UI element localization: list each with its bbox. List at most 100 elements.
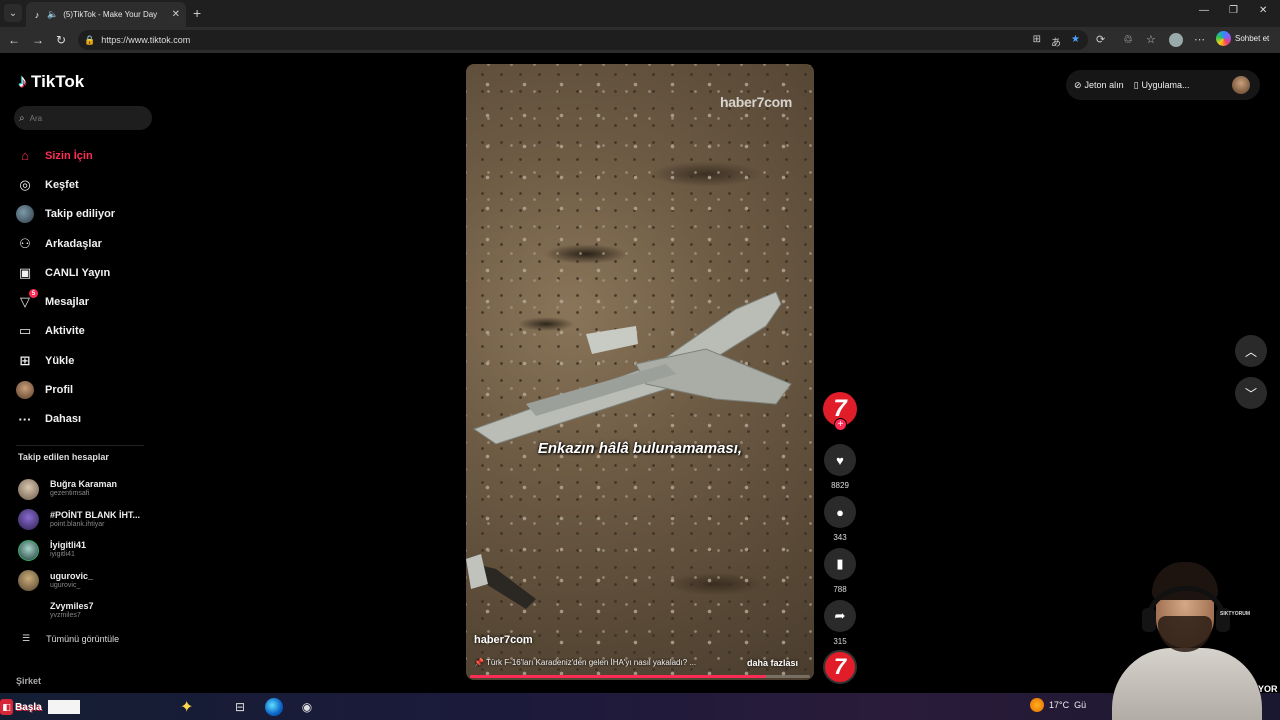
headset-left-cup [1142,608,1156,632]
account-name: Zvymiles7 [50,601,94,612]
heart-icon[interactable]: ♥ [824,444,856,476]
tiktok-logo[interactable]: ♪ TikTok [18,71,84,92]
copilot-button[interactable]: Sohbet et [1216,31,1269,46]
nav-item-live[interactable]: ▣ CANLI Yayın [16,258,156,287]
new-tab-icon[interactable]: + [193,5,201,21]
account-avatar [18,600,39,622]
nav-item-explore[interactable]: ◎ Keşfet [16,170,156,199]
close-tab-icon[interactable]: ✕ [172,9,180,20]
nav-item-messages[interactable]: ▽ 5 Mesajlar [16,287,156,316]
lock-icon[interactable]: 🔒 [84,35,95,46]
back-icon[interactable]: ← [8,32,20,48]
sidebar-divider [16,445,144,446]
profile-avatar-icon [16,381,34,400]
chevron-down-icon[interactable]: ﹀ [1235,377,1267,409]
home-icon: ⌂ [21,148,29,164]
copilot-label: Sohbet et [1235,34,1270,43]
minimize-icon[interactable]: — [1199,5,1209,16]
nav-label: Profil [45,384,74,397]
search-input[interactable]: ⌕ Ara [14,106,152,130]
see-all-label: Tümünü görüntüle [46,633,120,644]
edge-icon[interactable] [265,698,283,716]
nav-item-more[interactable]: ··· Dahası [16,405,156,434]
phone-icon: ▯ [1133,79,1139,90]
video-progress-bar[interactable] [470,675,810,678]
tab-list-icon[interactable]: ⌄ [4,4,22,22]
search-placeholder: Ara [29,113,43,123]
weather-text: Gü [1074,700,1087,710]
follow-plus-icon[interactable]: + [834,418,847,431]
split-screen-icon[interactable]: ♲ [1123,33,1133,47]
account-name: #POİNT BLANK İHT... [50,509,141,520]
webcam-person-body [1112,648,1262,720]
translate-icon[interactable]: あ [1051,34,1061,49]
live-tv-icon: ▣ [18,264,32,280]
restore-icon[interactable]: ❐ [1229,5,1238,16]
following-account-item[interactable]: İyigitli41 iyigitli41 [18,535,153,566]
get-coins-button[interactable]: ⊘ Jeton alın [1074,80,1124,91]
sun-icon [1030,698,1044,712]
favorites-icon[interactable]: ☆ [1146,33,1156,47]
browser-tab-bar: ⌄ ♪ 🔈 (5)TikTok - Make Your Day ✕ + — ❐ … [0,0,1280,27]
sound-disc[interactable]: 7 [823,650,857,684]
address-bar-row: ← → ↻ 🔒 https://www.tiktok.com ⊞ あ ★ ⟳ ♲… [0,27,1280,53]
extensions-icon[interactable]: ⟳ [1096,33,1105,47]
nav-label: CANLI Yayın [45,266,111,279]
url-text: https://www.tiktok.com [101,35,191,45]
browser-tab[interactable]: ♪ 🔈 (5)TikTok - Make Your Day ✕ [26,2,186,27]
taskbar-search-box[interactable] [47,700,80,714]
following-account-item[interactable]: ugurovic_ ugurovic_ [18,566,153,597]
menu-dots-icon[interactable]: ⋯ [1194,33,1205,47]
speaker-icon[interactable]: 🔈 [47,9,58,20]
company-link[interactable]: Şirket [16,676,41,686]
account-handle: yvzmiles7 [50,612,81,620]
following-account-item[interactable]: Zvymiles7 yvzmiles7 [18,596,153,627]
start-button[interactable]: ◧ Başla [0,696,80,718]
video-watermark: haber7com [720,94,792,110]
drone-wreck-image [466,291,792,609]
forward-icon[interactable]: → [32,32,44,48]
sparkle-icon[interactable]: ✦ [180,697,193,717]
comment-icon[interactable]: ● [824,496,856,528]
nav-item-friends[interactable]: ⚇ Arkadaşlar [16,229,156,258]
nav-item-following[interactable]: Takip ediliyor [16,200,156,229]
video-progress-fill [470,675,766,678]
following-account-item[interactable]: Buğra Karaman gezentimsafi [18,474,153,505]
close-window-icon[interactable]: ✕ [1259,5,1267,16]
get-coins-label: Jeton alın [1084,80,1124,90]
obs-icon[interactable]: ◉ [296,697,318,717]
video-player[interactable]: haber7com Enkazın hâlâ bulunamaması, hab… [466,64,814,680]
coin-icon: ⊘ [1074,79,1082,90]
address-input[interactable]: 🔒 https://www.tiktok.com ⊞ あ ★ [78,30,1088,50]
start-logo-icon: ◧ [0,699,13,715]
browser-profile-avatar[interactable] [1169,33,1183,47]
nav-item-for-you[interactable]: ⌂ Sizin İçin [16,141,156,170]
brand-name: TikTok [31,71,85,91]
windows-taskbar: ◧ Başla ✦ ⊟ ◉ 17°C Gü [0,693,1280,720]
get-app-button[interactable]: ▯ Uygulama... [1134,80,1190,91]
nav-item-activity[interactable]: ▭ Aktivite [16,317,156,346]
account-name: Buğra Karaman [50,479,118,490]
video-description: 📌 Türk F-16'ları Karadeniz'den gelen İHA… [474,658,697,667]
bookmark-icon[interactable]: ▮ [824,548,856,580]
share-icon[interactable]: ➦ [824,600,856,632]
video-author-name[interactable]: haber7com [474,634,533,646]
share-count: 315 [833,637,847,646]
app-available-icon[interactable]: ⊞ [1033,34,1041,49]
nav-item-upload[interactable]: ⊞ Yükle [16,346,156,375]
following-accounts-title: Takip edilen hesaplar [18,452,109,462]
chevron-up-icon[interactable]: ︿ [1235,335,1267,367]
weather-widget[interactable]: 17°C Gü [1030,698,1086,712]
see-all-following-button[interactable]: ☰ Tümünü görüntüle [22,633,119,644]
task-view-icon[interactable]: ⊟ [229,697,251,717]
tiktok-favicon-icon: ♪ [34,9,40,20]
see-more-button[interactable]: daha fazlası [747,658,798,668]
favorite-star-icon[interactable]: ★ [1071,34,1080,49]
following-account-item[interactable]: #POİNT BLANK İHT... point.blank.ihtiyar [18,505,153,536]
refresh-icon[interactable]: ↻ [56,32,66,48]
webcam-overlay: SIKTYORUM YOR [1098,556,1280,720]
user-avatar[interactable] [1232,76,1250,94]
account-avatar [18,478,39,500]
nav-label: Yükle [45,354,75,367]
nav-item-profile[interactable]: Profil [16,375,156,404]
